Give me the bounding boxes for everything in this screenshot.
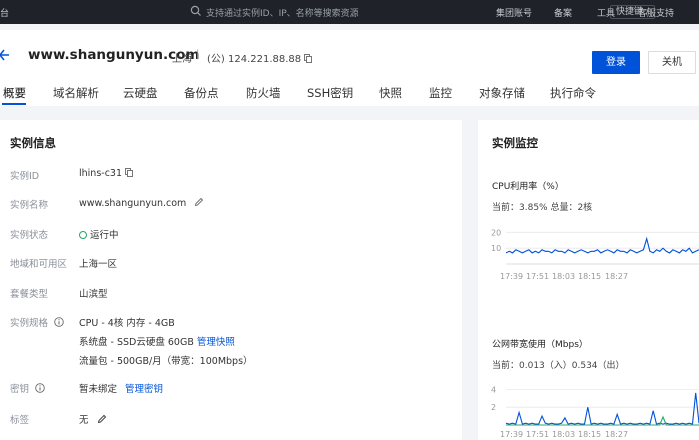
edit-pencil-icon[interactable]	[97, 414, 107, 424]
cpu-chart-series-line-0	[505, 236, 699, 254]
spec-label-text: 实例规格	[10, 318, 49, 329]
tag-value-text: 无	[79, 415, 89, 426]
nav-support[interactable]: 客服支持	[638, 6, 674, 19]
tag-value: 无	[79, 412, 107, 426]
net-current-value: 当前：0.013（入）0.534（出）	[492, 361, 625, 371]
public-ip: (公) 124.221.88.88	[207, 50, 313, 65]
tab-run-command[interactable]: 执行命令	[550, 85, 596, 101]
running-status-icon	[79, 231, 87, 239]
tab-ssh-key[interactable]: SSH密钥	[307, 85, 353, 101]
spec-traffic: 流量包 - 500GB/月（带宽：100Mbps）	[79, 356, 253, 367]
zone-label: 地域和可用区	[10, 259, 68, 270]
instance-id-text: lhins-c31	[79, 168, 123, 179]
spec-disk: 系统盘 - SSD云硬盘 60GB 管理快照	[79, 334, 235, 348]
copy-icon[interactable]	[304, 54, 313, 63]
instance-tabs: 概要 域名解析 云硬盘 备份点 防火墙 SSH密钥 快照 监控 对象存储 执行命…	[0, 83, 699, 106]
instance-id-label: 实例ID	[10, 171, 40, 182]
nav-tools[interactable]: 工具	[597, 6, 615, 19]
instance-info-card: 实例信息 实例ID lhins-c31 实例名称 www.shangunyun.…	[0, 120, 462, 440]
edit-pencil-icon[interactable]	[194, 197, 204, 207]
spec-cpu-mem: CPU - 4核 内存 - 4GB	[79, 318, 175, 329]
instance-name-text: www.shangunyun.com	[79, 198, 187, 209]
cpu-chart-x-tick-label: 18:03	[552, 272, 575, 281]
tab-overview[interactable]: 概要	[3, 85, 26, 101]
instance-name-label: 实例名称	[10, 200, 49, 211]
cpu-chart-x-tick-label: 18:27	[605, 272, 628, 281]
instance-monitor-card: 实例监控 CPU利用率（%） 当前：3.85% 总量：2核 10 20 17:39 1…	[478, 120, 699, 440]
global-search[interactable]: 支持通过实例ID、IP、名称等搜索资源 快捷键 /	[190, 4, 655, 20]
key-label: 密钥	[10, 381, 45, 395]
instance-header: www.shangunyun.com 上海 | (公) 124.221.88.8…	[0, 30, 699, 106]
spec-disk-text: 系统盘 - SSD云硬盘 60GB	[79, 337, 194, 348]
info-circle-icon[interactable]	[35, 383, 45, 393]
spec-label: 实例规格	[10, 315, 64, 329]
net-chart-series-line-0	[505, 392, 699, 425]
info-circle-icon[interactable]	[54, 317, 64, 327]
key-value-text: 暂未绑定	[79, 384, 118, 395]
key-value: 暂未绑定 管理密钥	[79, 381, 163, 395]
monitor-title: 实例监控	[492, 136, 538, 150]
net-chart-x-tick-label: 18:03	[552, 430, 575, 439]
net-chart-label: 公网带宽使用（Mbps）	[492, 340, 588, 350]
search-placeholder[interactable]: 支持通过实例ID、IP、名称等搜索资源	[206, 6, 359, 19]
net-chart-x-tick-label: 17:51	[526, 430, 549, 439]
cpu-chart-x-tick-label: 18:15	[578, 272, 601, 281]
bandwidth-usage-chart[interactable]: 2 4 17:39 17:51 18:03 18:15 18:27	[488, 376, 699, 440]
package-value: 山滨型	[79, 289, 108, 300]
net-chart-y-tick-label: 4	[491, 385, 496, 394]
tag-label: 标签	[10, 415, 30, 426]
manage-key-link[interactable]: 管理密钥	[125, 384, 163, 395]
back-arrow-icon[interactable]	[0, 48, 10, 62]
copy-icon[interactable]	[125, 168, 133, 177]
tab-monitor[interactable]: 监控	[429, 85, 452, 101]
cpu-chart-x-tick-label: 17:39	[500, 272, 523, 281]
instance-status-text: 运行中	[90, 230, 119, 241]
tab-dns[interactable]: 域名解析	[53, 85, 99, 101]
cpu-chart-label: CPU利用率（%）	[492, 182, 564, 192]
public-ip-value: (公) 124.221.88.88	[207, 54, 302, 65]
instance-status-label: 实例状态	[10, 230, 49, 241]
shutdown-button[interactable]: 关机	[648, 51, 696, 74]
cpu-chart-y-tick-label: 10	[491, 244, 501, 253]
cpu-chart-y-tick-label: 20	[491, 228, 501, 237]
instance-id-value: lhins-c31	[79, 168, 133, 179]
package-label: 套餐类型	[10, 289, 49, 300]
search-icon	[190, 5, 201, 16]
manage-snapshot-link[interactable]: 管理快照	[197, 337, 235, 348]
zone-value: 上海一区	[79, 259, 118, 270]
region-label: 上海	[172, 54, 192, 65]
tab-backup[interactable]: 备份点	[184, 85, 219, 101]
active-tab-indicator	[2, 103, 26, 105]
instance-name-value: www.shangunyun.com	[79, 197, 204, 209]
console-brand[interactable]: 台	[0, 6, 9, 19]
login-button[interactable]: 登录	[592, 51, 640, 74]
net-chart-y-tick-label: 2	[491, 403, 496, 412]
tab-object-storage[interactable]: 对象存储	[479, 85, 525, 101]
net-chart-x-tick-label: 17:39	[500, 430, 523, 439]
cpu-current-value: 当前：3.85% 总量：2核	[492, 203, 593, 213]
tab-firewall[interactable]: 防火墙	[246, 85, 281, 101]
top-navigation-bar: 台 支持通过实例ID、IP、名称等搜索资源 快捷键 / 集团账号 备案 工具 客…	[0, 0, 699, 24]
cpu-chart-x-tick-label: 17:51	[526, 272, 549, 281]
instance-info-title: 实例信息	[10, 136, 56, 150]
nav-group-account[interactable]: 集团账号	[496, 6, 532, 19]
net-chart-x-tick-label: 18:27	[605, 430, 628, 439]
key-label-text: 密钥	[10, 384, 30, 395]
tab-cloud-disk[interactable]: 云硬盘	[123, 85, 158, 101]
nav-filing[interactable]: 备案	[554, 6, 572, 19]
net-chart-x-tick-label: 18:15	[578, 430, 601, 439]
instance-status-value: 运行中	[79, 227, 119, 241]
tab-snapshot[interactable]: 快照	[379, 85, 402, 101]
header-separator: |	[196, 49, 200, 60]
cpu-usage-chart[interactable]: 10 20 17:39 17:51 18:03 18:15 18:27	[488, 218, 699, 286]
